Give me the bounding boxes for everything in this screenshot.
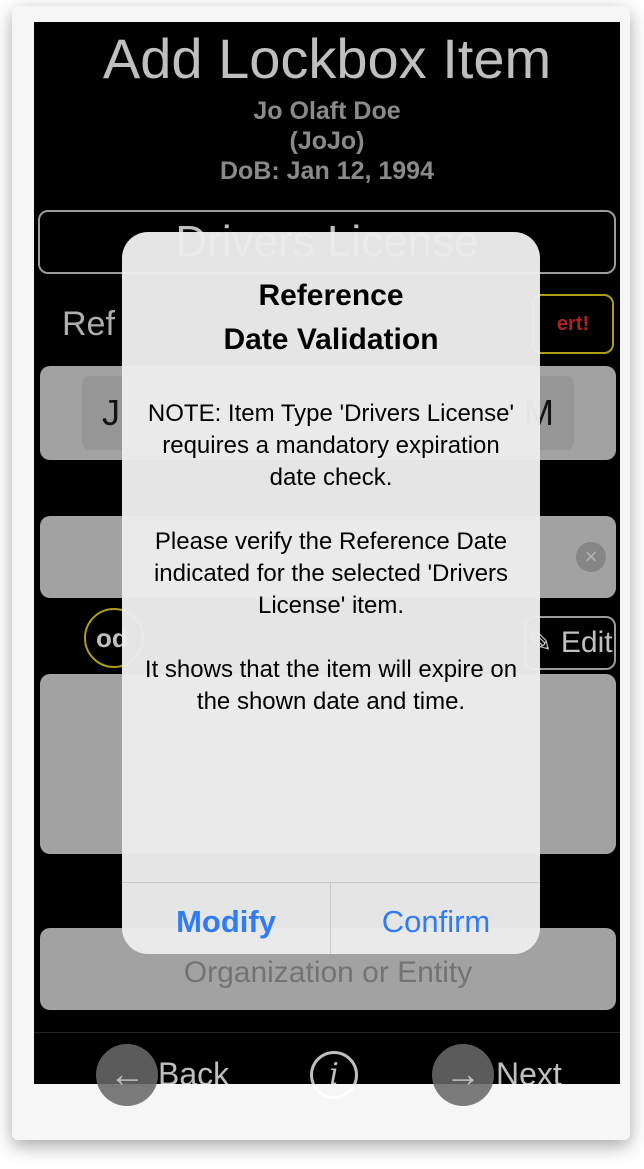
dialog-button-separator — [330, 882, 331, 954]
dialog-message: NOTE: Item Type 'Drivers License' requir… — [140, 398, 522, 750]
dialog-title: Reference Date Validation — [122, 274, 540, 362]
modify-button[interactable]: Modify — [122, 882, 330, 954]
reference-date-validation-dialog: Reference Date Validation NOTE: Item Typ… — [122, 232, 540, 954]
dialog-title-line1: Reference — [258, 279, 404, 312]
dialog-title-line2: Date Validation — [223, 323, 439, 356]
dialog-message-expire: It shows that the item will expire on th… — [144, 656, 518, 715]
dialog-message-verify: Please verify the Reference Date indicat… — [153, 528, 509, 619]
confirm-button[interactable]: Confirm — [332, 882, 540, 954]
dialog-message-note: NOTE: Item Type 'Drivers License' requir… — [147, 400, 515, 491]
